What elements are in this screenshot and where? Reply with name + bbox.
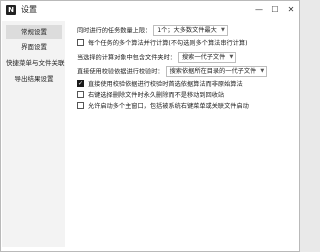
folder-handling-label: 当选择的计算对象中包含文件夹时： <box>77 54 176 62</box>
chevron-down-icon: ▼ <box>221 27 225 33</box>
sidebar-item-general[interactable]: 常规设置 <box>6 25 62 39</box>
close-button[interactable]: ✕ <box>283 1 299 19</box>
prefer-algorithm-label: 直接使用校验依据进行校验时首选依据算法而非原始算法 <box>88 81 243 88</box>
concurrency-select-value: 1个；大多数文件最大 <box>157 27 217 34</box>
maximize-button[interactable]: ☐ <box>267 1 283 19</box>
folder-handling-row: 当选择的计算对象中包含文件夹时： 搜索一代子文件 ▼ <box>77 52 237 63</box>
concurrency-select[interactable]: 1个；大多数文件最大 ▼ <box>153 25 228 36</box>
window-title: 设置 <box>21 5 37 14</box>
sidebar-item-interface[interactable]: 界面设置 <box>6 40 62 54</box>
settings-window: N 设置 — ☐ ✕ 常规设置 界面设置 快捷菜单与文件关联 导出结果设置 同时… <box>0 0 300 252</box>
chevron-down-icon: ▼ <box>260 68 265 74</box>
multi-algorithm-label: 每个任务的多个算法并行计算(不勾选则多个算法串行计算) <box>88 40 248 47</box>
title-bar: N 设置 — ☐ ✕ <box>1 1 299 19</box>
concurrency-label: 同时进行的任务数量上限： <box>77 27 152 35</box>
option-row[interactable]: 右键选择删除文件时永久删除而不是移动到回收站 <box>77 91 224 101</box>
multi-window-checkbox[interactable] <box>77 102 84 109</box>
direct-verify-label: 直接使用校验依据进行校验时： <box>77 68 164 76</box>
folder-handling-select[interactable]: 搜索一代子文件 ▼ <box>178 52 237 63</box>
minimize-button[interactable]: — <box>251 1 267 19</box>
permanent-delete-checkbox[interactable] <box>77 91 84 98</box>
prefer-algorithm-checkbox[interactable] <box>77 79 84 88</box>
multi-algorithm-checkbox[interactable] <box>77 39 84 46</box>
direct-verify-row: 直接使用校验依据进行校验时： 搜索依据所在目录的一代子文件 ▼ <box>77 66 268 77</box>
settings-sidebar: 常规设置 界面设置 快捷菜单与文件关联 导出结果设置 <box>2 21 65 247</box>
option-row[interactable]: 允许启动多个主窗口，包括被系统右键菜单或关联文件启动 <box>77 102 249 112</box>
option-row[interactable]: 直接使用校验依据进行校验时首选依据算法而非原始算法 <box>77 79 243 90</box>
app-icon: N <box>6 5 16 15</box>
sidebar-item-shortcut-menu[interactable]: 快捷菜单与文件关联 <box>6 56 65 70</box>
multi-window-label: 允许启动多个主窗口，包括被系统右键菜单或关联文件启动 <box>88 103 249 110</box>
permanent-delete-label: 右键选择删除文件时永久删除而不是移动到回收站 <box>88 92 225 99</box>
sidebar-item-export[interactable]: 导出结果设置 <box>6 72 62 86</box>
general-settings-panel: 同时进行的任务数量上限： 1个；大多数文件最大 ▼ 每个任务的多个算法并行计算(不勾… <box>69 21 295 245</box>
chevron-down-icon: ▼ <box>229 54 234 60</box>
concurrency-row: 同时进行的任务数量上限： 1个；大多数文件最大 ▼ <box>77 25 228 36</box>
direct-verify-select-value: 搜索依据所在目录的一代子文件 <box>169 68 257 75</box>
direct-verify-select[interactable]: 搜索依据所在目录的一代子文件 ▼ <box>165 66 268 77</box>
multi-algorithm-row[interactable]: 每个任务的多个算法并行计算(不勾选则多个算法串行计算) <box>77 39 248 49</box>
folder-handling-select-value: 搜索一代子文件 <box>182 54 226 61</box>
